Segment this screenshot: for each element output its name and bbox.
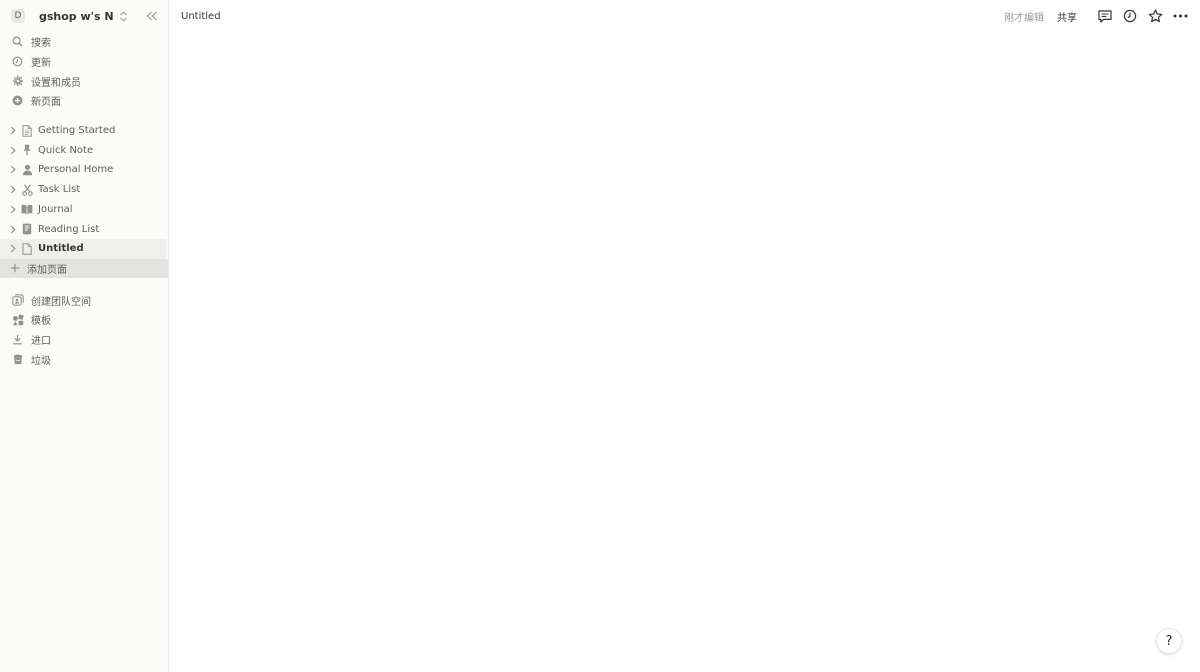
sidebar-item-templates[interactable]: 模板 [0,310,168,330]
comment-icon[interactable] [1097,8,1113,24]
workspace-switcher[interactable]: D gshop w's Not... [0,0,168,32]
help-button[interactable]: ? [1156,628,1182,654]
chevron-right-icon[interactable] [10,225,18,234]
more-options-icon[interactable] [1172,8,1188,24]
topbar: Untitled 刚才编辑 共享 [169,0,1200,32]
sidebar-item-label: 设置和成员 [31,77,81,89]
star-icon[interactable] [1147,8,1163,24]
chevron-updown-icon[interactable] [119,10,128,22]
page-tree: Getting Started Quick Note Personal Home… [0,121,168,279]
chevron-right-icon[interactable] [10,205,18,214]
notebook-icon [21,223,33,235]
sidebar-page-personal-home[interactable]: Personal Home [0,160,168,180]
trash-icon [11,353,24,366]
history-clock-icon[interactable] [1122,8,1138,24]
sidebar-page-getting-started[interactable]: Getting Started [0,121,168,141]
sidebar-item-label: 进口 [31,335,51,347]
page-label: Journal [38,203,73,215]
sidebar-item-label: 搜索 [31,38,51,50]
sidebar-page-journal[interactable]: Journal [0,200,168,220]
sidebar-page-untitled[interactable]: Untitled [0,238,166,259]
double-chevron-left-icon[interactable] [146,11,158,21]
sidebar-bottom-menu: 创建团队空间 模板 进口 垃圾 [0,290,168,369]
workspace-name: gshop w's Not... [39,9,113,23]
sidebar-item-import[interactable]: 进口 [0,330,168,350]
breadcrumb[interactable]: Untitled [181,11,221,22]
download-icon [11,333,24,346]
workspace-avatar: D [11,9,25,23]
chevron-right-icon[interactable] [10,165,18,174]
add-page-button[interactable]: 添加页面 [0,258,168,279]
sidebar-item-new-page[interactable]: 新页面 [0,91,168,111]
document-icon [21,124,33,137]
sidebar-page-task-list[interactable]: Task List [0,180,168,200]
sidebar-item-trash[interactable]: 垃圾 [0,349,168,369]
sidebar-item-settings[interactable]: 设置和成员 [0,71,168,91]
page-label: Reading List [38,223,100,235]
sidebar-page-quick-note[interactable]: Quick Note [0,140,168,160]
sidebar-item-label: 新页面 [31,97,61,109]
person-icon [21,164,33,176]
page-label: Untitled [38,243,84,255]
team-icon [11,294,24,307]
chevron-right-icon[interactable] [10,126,18,135]
plus-circle-icon [11,94,24,107]
search-icon [11,35,24,48]
chevron-right-icon[interactable] [10,185,18,194]
book-icon [21,203,33,215]
sidebar-page-reading-list[interactable]: Reading List [0,219,168,239]
sidebar-menu: 搜索 更新 设置和成员 新页面 [0,32,168,111]
page-label: Personal Home [38,164,114,176]
main-content: Untitled 刚才编辑 共享 ? [169,0,1200,672]
sidebar-item-search[interactable]: 搜索 [0,32,168,52]
sidebar-item-label: 模板 [31,316,51,328]
sidebar: D gshop w's Not... 搜索 更新 [0,0,169,672]
edited-status: 刚才编辑 [1004,12,1044,24]
plus-icon [10,263,20,273]
scissors-icon [21,184,33,196]
sidebar-item-label: 垃圾 [31,355,51,367]
topbar-actions: 刚才编辑 共享 [1004,8,1188,24]
add-page-label: 添加页面 [27,264,67,276]
sidebar-item-label: 创建团队空间 [31,296,91,308]
chevron-right-icon[interactable] [10,244,18,253]
sidebar-item-updates[interactable]: 更新 [0,52,168,72]
document-icon [21,242,33,255]
clock-icon [11,55,24,68]
app-window: D gshop w's Not... 搜索 更新 [0,0,1200,672]
sidebar-item-label: 更新 [31,58,51,70]
share-button[interactable]: 共享 [1057,9,1077,24]
pin-icon [21,144,33,156]
gear-icon [11,75,24,88]
page-label: Task List [38,184,81,196]
shapes-icon [11,313,24,326]
chevron-right-icon[interactable] [10,146,18,155]
page-label: Quick Note [38,144,94,156]
page-label: Getting Started [38,125,116,137]
sidebar-item-create-teamspace[interactable]: 创建团队空间 [0,290,168,310]
